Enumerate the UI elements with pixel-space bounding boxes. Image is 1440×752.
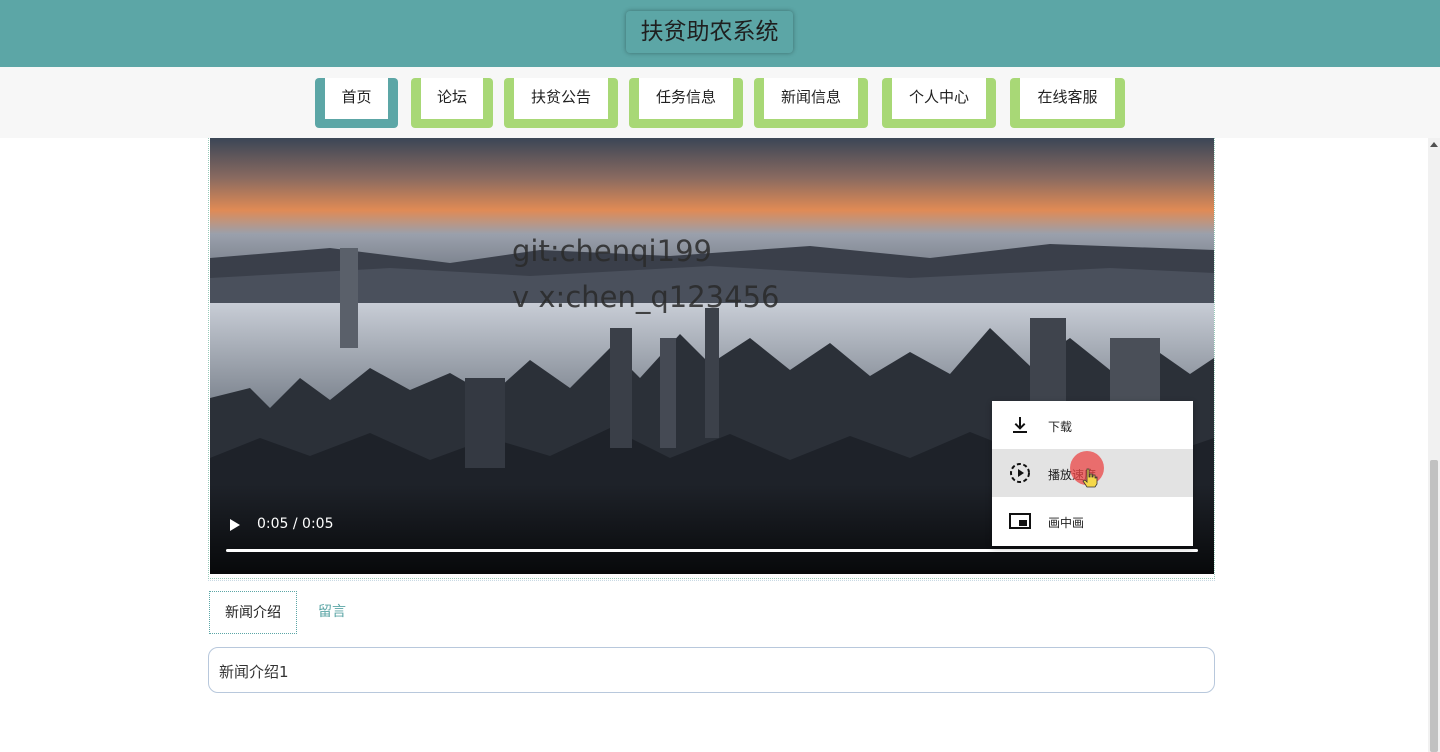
play-icon[interactable] [230,519,240,531]
site-title: 扶贫助农系统 [626,11,793,53]
menu-item-picture-in-picture[interactable]: 画中画 [992,497,1193,545]
nav-item-label: 新闻信息 [764,78,858,119]
nav-item-news[interactable]: 新闻信息 [754,78,868,128]
news-intro-panel: 新闻介绍1 [208,647,1215,693]
nav-item-home[interactable]: 首页 [315,78,398,128]
nav-item-label: 在线客服 [1020,78,1115,119]
download-icon [1013,417,1027,433]
tabs-divider [208,580,1215,581]
video-progress-bar[interactable] [226,549,1198,552]
watermark-line-2: v x:chen_q123456 [512,280,780,314]
scroll-thumb[interactable] [1430,460,1438,752]
nav-item-forum[interactable]: 论坛 [411,78,493,128]
tab-comments[interactable]: 留言 [305,591,359,634]
page-scrollbar[interactable] [1428,138,1440,752]
menu-item-label: 画中画 [1048,516,1085,530]
nav-item-label: 论坛 [421,78,483,119]
playback-speed-icon [1010,463,1030,483]
news-intro-text: 新闻介绍1 [219,663,289,681]
nav-item-profile[interactable]: 个人中心 [882,78,996,128]
nav-item-label: 任务信息 [639,78,733,119]
watermark-line-1: git:chenqi199 [512,234,712,268]
nav-item-label: 首页 [325,78,388,119]
menu-item-download[interactable]: 下载 [992,401,1193,449]
nav-item-label: 扶贫公告 [514,78,608,119]
nav-item-announcements[interactable]: 扶贫公告 [504,78,618,128]
header-bar: 扶贫助农系统 [0,0,1440,67]
video-time-display: 0:05 / 0:05 [257,516,334,532]
tab-news-intro[interactable]: 新闻介绍 [209,591,297,634]
nav-item-label: 个人中心 [892,78,986,119]
menu-item-label: 下载 [1048,420,1073,434]
hand-cursor-icon [1082,468,1098,488]
picture-in-picture-icon [1009,513,1031,529]
nav-item-tasks[interactable]: 任务信息 [629,78,743,128]
nav-item-support[interactable]: 在线客服 [1010,78,1125,128]
scroll-up-arrow-icon[interactable] [1430,142,1438,147]
